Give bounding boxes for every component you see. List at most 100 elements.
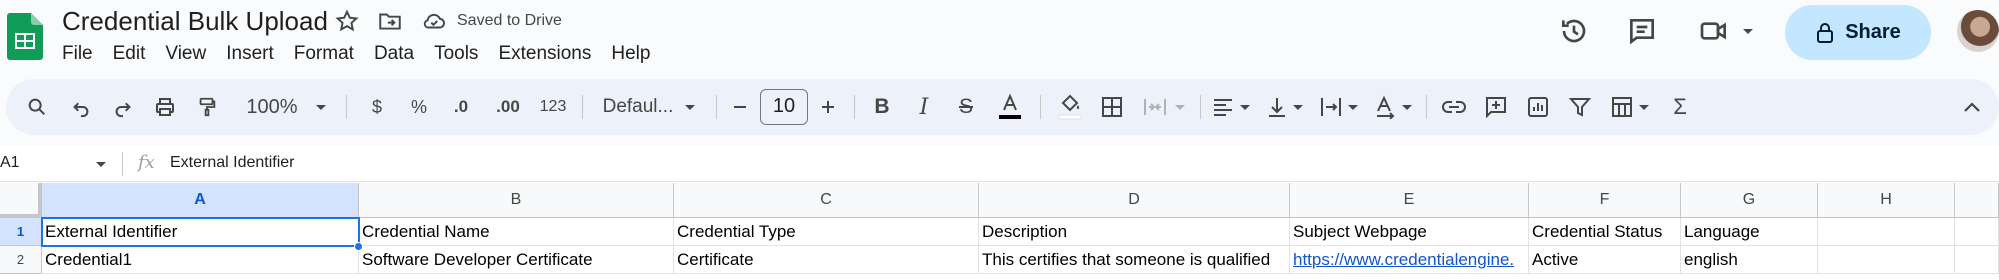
table-cell[interactable]: Credential Name [359, 218, 674, 246]
menu-format[interactable]: Format [294, 42, 354, 66]
table-cell[interactable] [1955, 218, 1999, 246]
menu-extensions[interactable]: Extensions [498, 42, 591, 66]
font-size-input[interactable]: 10 [760, 89, 808, 125]
column-header-f[interactable]: F [1529, 183, 1681, 218]
table-cell[interactable]: External Identifier [42, 218, 359, 246]
currency-format-button[interactable]: $ [360, 79, 394, 135]
number-format-button[interactable]: 123 [534, 79, 572, 135]
column-header-c[interactable]: C [674, 183, 979, 218]
minus-icon [734, 106, 746, 108]
chart-icon[interactable] [1520, 79, 1556, 135]
meet-icon[interactable] [1698, 15, 1730, 47]
table-cell[interactable]: Credential Type [674, 218, 979, 246]
functions-icon[interactable]: Σ [1662, 79, 1698, 135]
table-cell[interactable]: Credential Status [1529, 218, 1681, 246]
filter-icon[interactable] [1562, 79, 1598, 135]
column-header-h[interactable]: H [1818, 183, 1955, 218]
search-icon[interactable] [18, 79, 56, 135]
cloud-saved-icon[interactable] [421, 8, 447, 34]
table-cell[interactable] [1818, 246, 1955, 274]
link-cell[interactable]: https://www.credentialengine. [1290, 246, 1529, 274]
redo-icon[interactable] [104, 79, 142, 135]
print-icon[interactable] [146, 79, 184, 135]
table-cell[interactable]: english [1681, 246, 1818, 274]
decrease-font-size-button[interactable] [726, 79, 754, 135]
menu-file[interactable]: File [62, 42, 93, 66]
menu-data[interactable]: Data [374, 42, 414, 66]
link-icon[interactable] [1436, 79, 1472, 135]
row-header-1[interactable]: 1 [0, 218, 42, 246]
table-cell[interactable]: Credential1 [42, 246, 359, 274]
table-cell[interactable]: Software Developer Certificate [359, 246, 674, 274]
percent-format-button[interactable]: % [402, 79, 436, 135]
column-header-b[interactable]: B [359, 183, 674, 218]
table-cell[interactable]: This certifies that someone is qualified [979, 246, 1290, 274]
share-button[interactable]: Share [1785, 5, 1931, 60]
sheets-logo-icon[interactable] [7, 13, 43, 60]
column-header-partial[interactable] [1955, 183, 1999, 218]
zoom-value: 100% [246, 95, 298, 118]
decrease-decimal-label: .0 [453, 97, 469, 116]
menu-edit[interactable]: Edit [113, 42, 146, 66]
decrease-decimal-button[interactable]: .0 [442, 79, 480, 135]
document-title[interactable]: Credential Bulk Upload [62, 6, 328, 36]
formula-input[interactable]: External Identifier [170, 154, 295, 172]
toolbar-divider [716, 95, 717, 119]
chevron-down-icon [1175, 104, 1185, 110]
table-cell[interactable] [1955, 246, 1999, 274]
rotate-icon[interactable] [1368, 79, 1418, 135]
chevron-down-icon [685, 104, 696, 110]
table-cell[interactable]: Description [979, 218, 1290, 246]
italic-icon[interactable]: I [906, 79, 942, 135]
version-history-icon[interactable] [1558, 15, 1590, 47]
undo-icon[interactable] [62, 79, 100, 135]
font-select[interactable]: Defaul... [590, 79, 708, 135]
column-header-d[interactable]: D [979, 183, 1290, 218]
avatar[interactable] [1957, 10, 1999, 52]
paint-format-icon[interactable] [188, 79, 226, 135]
fill-handle[interactable] [354, 242, 363, 251]
chevron-down-icon[interactable] [96, 162, 106, 167]
row-header-2[interactable]: 2 [0, 246, 42, 274]
fill-color-icon[interactable] [1050, 79, 1090, 135]
name-box[interactable]: A1 [0, 154, 20, 172]
column-header-a[interactable]: A [42, 183, 359, 218]
borders-icon[interactable] [1094, 79, 1130, 135]
increase-decimal-label: .00 [496, 97, 520, 116]
increase-font-size-button[interactable] [814, 79, 842, 135]
meet-dropdown-icon[interactable] [1743, 29, 1753, 34]
table-cell[interactable] [1818, 218, 1955, 246]
bold-icon[interactable]: B [864, 79, 900, 135]
table-cell[interactable]: Certificate [674, 246, 979, 274]
comment-icon[interactable] [1478, 79, 1514, 135]
table-cell[interactable]: Language [1681, 218, 1818, 246]
toolbar-divider [346, 95, 347, 119]
move-folder-icon[interactable] [377, 8, 403, 34]
table-cell[interactable]: Subject Webpage [1290, 218, 1529, 246]
spreadsheet-grid: A B C D E F G H 1 External Identifier Cr… [0, 183, 1999, 280]
text-color-icon[interactable] [990, 79, 1030, 135]
valign-icon[interactable] [1260, 79, 1310, 135]
menu-help[interactable]: Help [611, 42, 650, 66]
filter-views-icon[interactable] [1604, 79, 1656, 135]
percent-label: % [410, 96, 427, 117]
collapse-icon[interactable] [1954, 79, 1990, 135]
menu-insert[interactable]: Insert [226, 42, 274, 66]
column-header-g[interactable]: G [1681, 183, 1818, 218]
star-icon[interactable] [334, 8, 360, 34]
strikethrough-icon[interactable]: S [948, 79, 984, 135]
table-cell[interactable]: Active [1529, 246, 1681, 274]
increase-decimal-button[interactable]: .00 [486, 79, 530, 135]
menu-tools[interactable]: Tools [434, 42, 478, 66]
menu-view[interactable]: View [165, 42, 206, 66]
zoom-select[interactable]: 100% [240, 79, 332, 135]
merge-icon[interactable] [1136, 79, 1192, 135]
toolbar: 100% $ % .0 .00 123 Defaul... 10 B I S Σ [6, 79, 1999, 135]
toolbar-divider [1040, 95, 1041, 119]
align-icon[interactable] [1206, 79, 1256, 135]
select-all-corner[interactable] [0, 183, 42, 218]
wrap-icon[interactable] [1314, 79, 1364, 135]
comments-icon[interactable] [1626, 15, 1658, 47]
chevron-down-icon [1402, 104, 1412, 110]
column-header-e[interactable]: E [1290, 183, 1529, 218]
